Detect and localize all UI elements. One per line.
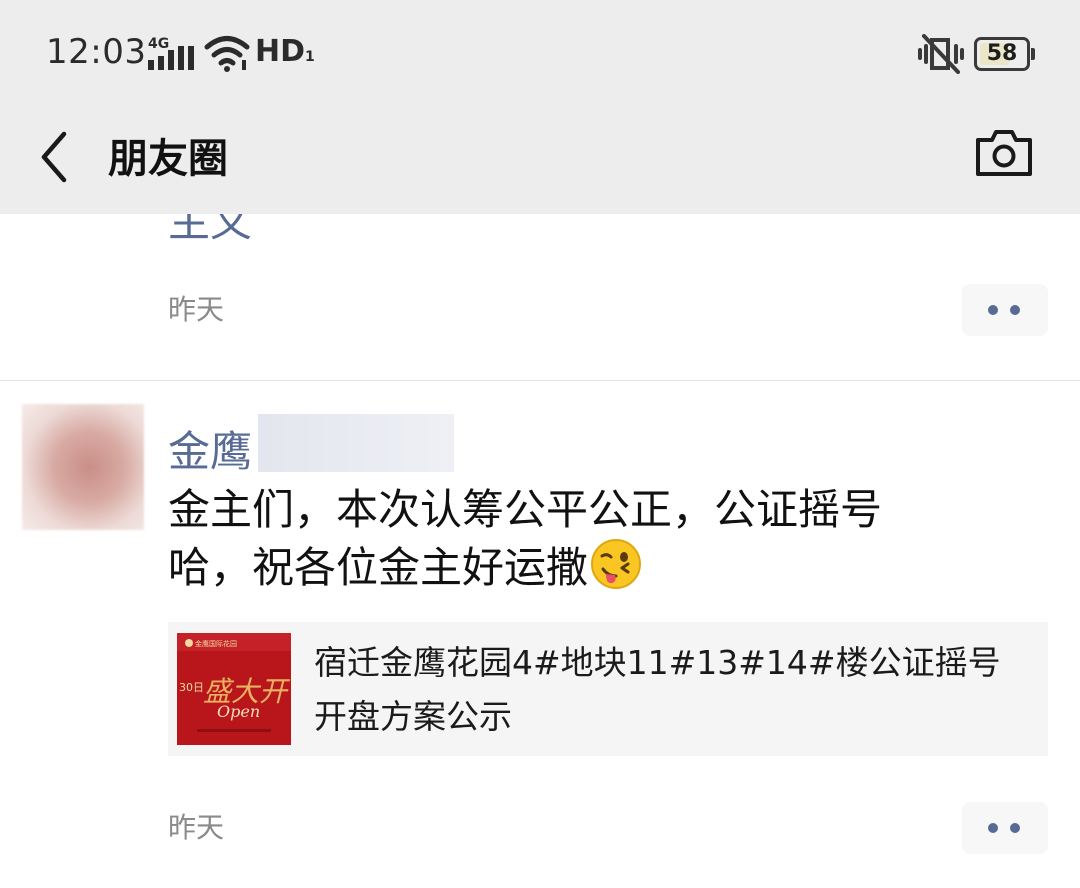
- cellular-signal-icon: 4G: [148, 36, 196, 70]
- chevron-left-icon: [41, 131, 67, 183]
- svg-text:Open: Open: [217, 702, 260, 721]
- wifi-icon: [204, 36, 250, 72]
- status-bar: 12:03 4G HD1 58: [0, 0, 1080, 108]
- nav-bar: 朋友圈: [0, 108, 1080, 214]
- link-thumbnail: 金鹰国际花园 30日 盛大开 Open: [177, 633, 291, 745]
- moments-feed[interactable]: 主义 昨天 金鹰 金主们，本次认筹公平公正，公证摇号 哈，祝各位金主好运撒 金鹰…: [0, 214, 1080, 888]
- post-time: 昨天: [168, 811, 225, 844]
- status-time: 12:03: [46, 32, 147, 72]
- poster-image: 金鹰国际花园 30日 盛大开 Open: [177, 633, 291, 745]
- camera-icon: [976, 130, 1032, 176]
- battery-icon: 58: [974, 37, 1035, 71]
- svg-text:金鹰国际花园: 金鹰国际花园: [195, 639, 237, 648]
- post-text-line: 金主们，本次认筹公平公正，公证摇号: [168, 485, 883, 534]
- svg-text:30日: 30日: [179, 681, 204, 694]
- shared-link-card[interactable]: 金鹰国际花园 30日 盛大开 Open 宿迁金鹰花园4#地块11#13#14#楼…: [168, 622, 1048, 756]
- post-text-line: 哈，祝各位金主好运撒: [168, 538, 968, 596]
- camera-button[interactable]: [974, 128, 1034, 182]
- prev-post-more-button[interactable]: [962, 284, 1048, 336]
- redacted-name-mask: [258, 414, 454, 472]
- more-dots-icon: [988, 823, 998, 833]
- page-title: 朋友圈: [108, 136, 228, 182]
- post-author[interactable]: 金鹰: [168, 418, 252, 479]
- more-dots-icon: [988, 305, 998, 315]
- hd-indicator: HD1: [255, 34, 315, 69]
- post-text: 金主们，本次认筹公平公正，公证摇号 哈，祝各位金主好运撒: [168, 482, 968, 596]
- link-title: 宿迁金鹰花园4#地块11#13#14#楼公证摇号开盘方案公示: [314, 643, 1001, 736]
- avatar[interactable]: [22, 404, 144, 530]
- battery-percent: 58: [986, 41, 1018, 66]
- wink-tongue-emoji-icon: [591, 539, 642, 589]
- prev-post-time: 昨天: [168, 293, 225, 326]
- back-button[interactable]: [34, 128, 78, 186]
- prev-post-author[interactable]: 主义: [168, 214, 252, 249]
- post-divider: [0, 380, 1080, 381]
- vibrate-mute-icon: [918, 34, 964, 74]
- post-more-button[interactable]: [962, 802, 1048, 854]
